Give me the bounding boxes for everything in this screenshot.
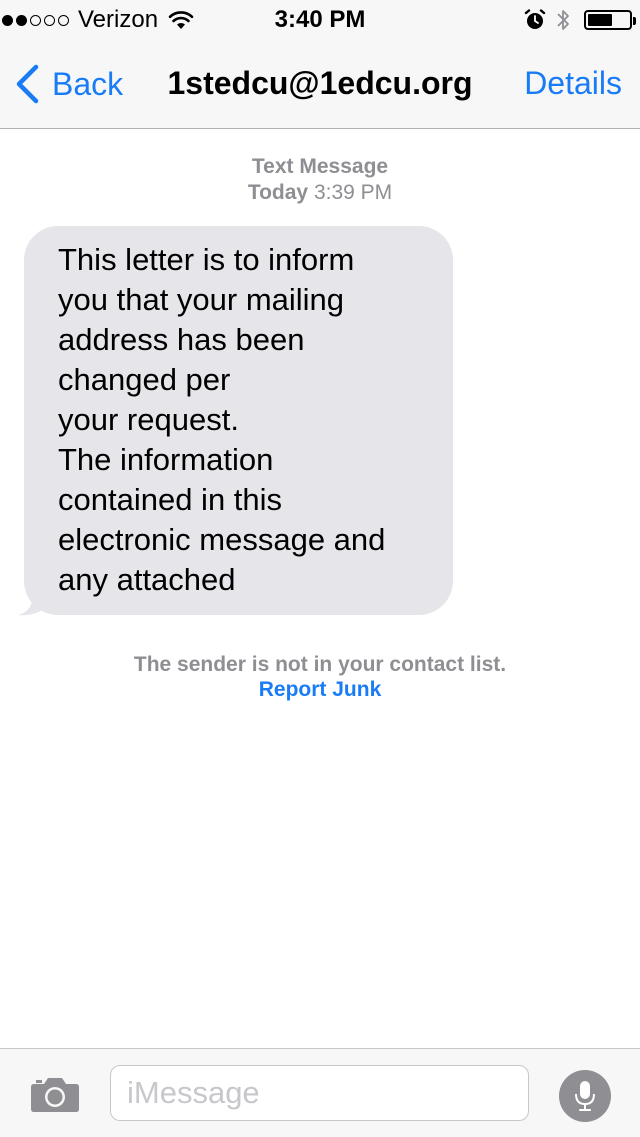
message-meta: Text Message Today 3:39 PM: [0, 154, 640, 206]
message-line: changed per: [58, 362, 231, 397]
message-line: electronic message and: [58, 522, 386, 557]
report-junk-row: Report Junk: [0, 677, 640, 702]
unknown-sender-notice: The sender is not in your contact list.: [133, 653, 507, 676]
chevron-left-icon: [16, 64, 39, 104]
message-line: any attached: [58, 562, 236, 597]
microphone-icon: [575, 1081, 595, 1111]
message-line: address has been: [58, 322, 305, 357]
status-bar: Verizon 3:40 PM: [0, 0, 640, 40]
back-label: Back: [52, 65, 124, 102]
message-type-label: Text Message: [251, 155, 389, 178]
message-line: contained in this: [58, 482, 283, 517]
imessage-input[interactable]: [110, 1065, 529, 1121]
message-bubble: This letter is to inform you that your m…: [24, 226, 453, 615]
details-button[interactable]: Details: [524, 65, 622, 102]
input-bar: [0, 1048, 640, 1137]
battery-icon: [584, 10, 636, 30]
message-line: The information: [58, 442, 274, 477]
message-day: Today: [247, 181, 309, 204]
status-right: [524, 6, 636, 34]
report-junk-link[interactable]: Report Junk: [259, 678, 382, 701]
back-button[interactable]: Back: [14, 64, 123, 104]
incoming-message[interactable]: This letter is to inform you that your m…: [18, 226, 453, 616]
message-time: 3:39 PM: [313, 181, 393, 204]
bluetooth-icon: [557, 10, 569, 30]
message-line: you that your mailing: [58, 282, 345, 317]
message-line: This letter is to inform: [58, 242, 355, 277]
camera-icon[interactable]: [30, 1075, 80, 1113]
microphone-button[interactable]: [559, 1070, 611, 1122]
message-line: your request.: [58, 402, 239, 437]
nav-bar: Back 1stedcu@1edcu.org Details: [0, 40, 640, 129]
message-timestamp: Today 3:39 PM: [0, 180, 640, 206]
alarm-icon: [524, 9, 546, 29]
battery-level: [588, 14, 612, 26]
